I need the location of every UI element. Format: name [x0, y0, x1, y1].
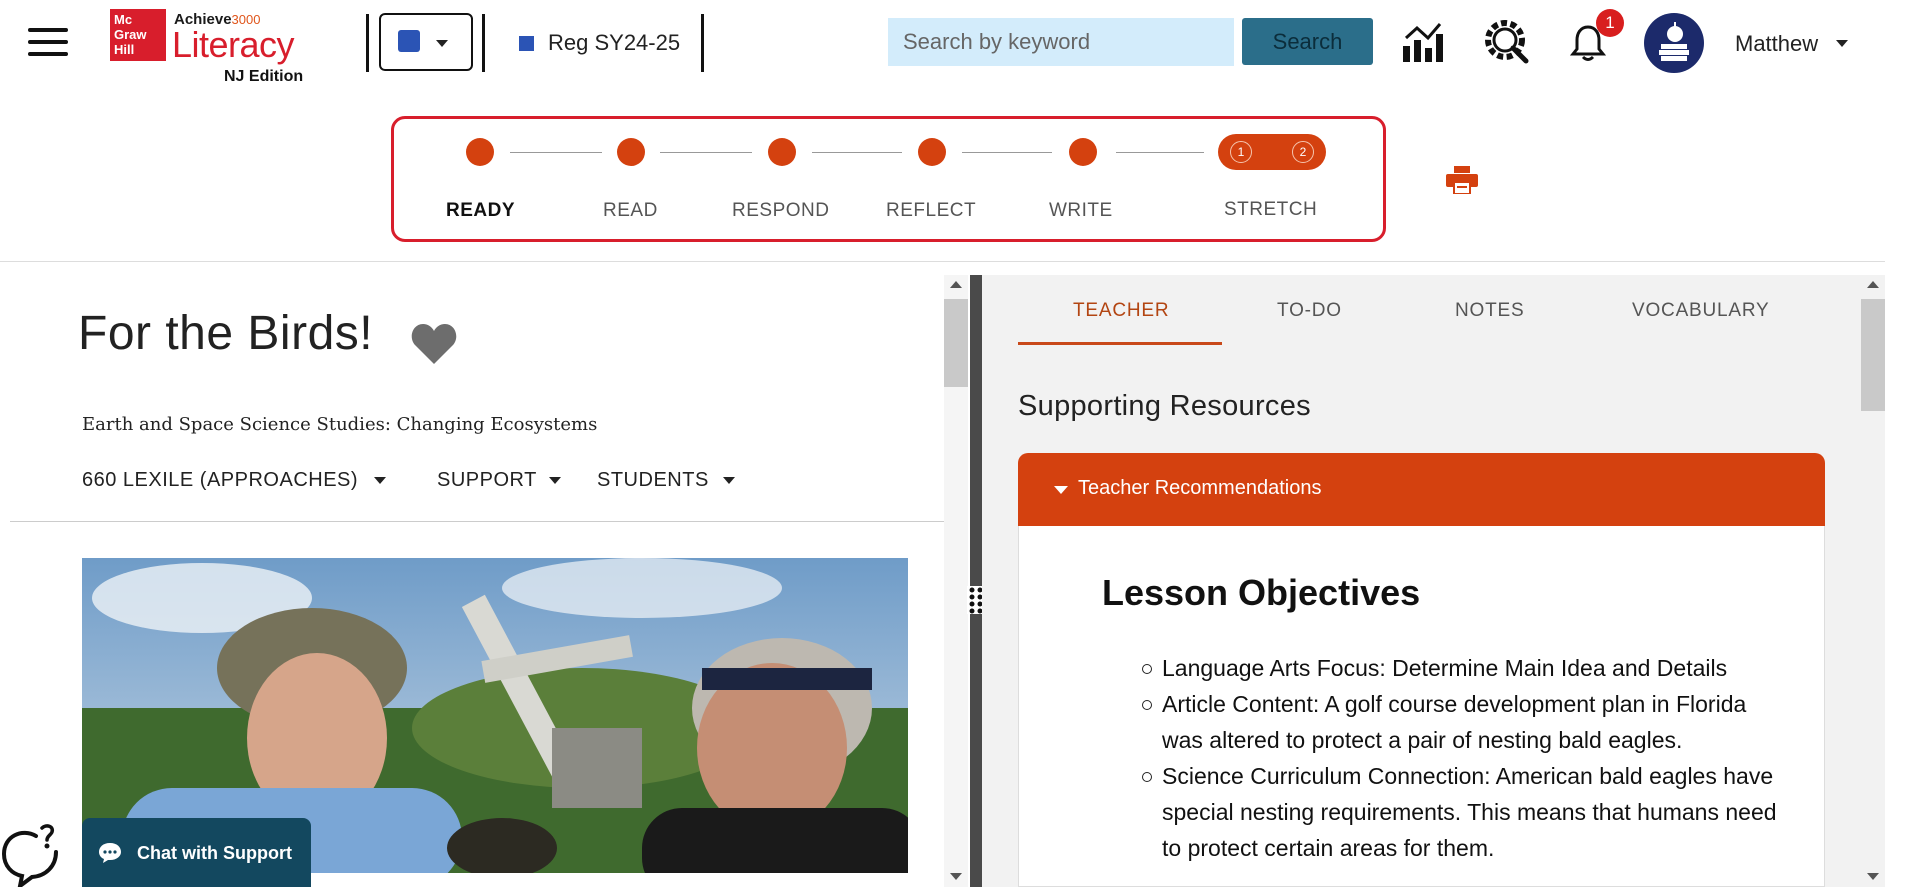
search-button[interactable]: Search: [1242, 18, 1373, 65]
literacy-wordmark: Literacy: [172, 24, 295, 65]
chat-bubble-icon[interactable]: [0, 822, 60, 892]
lexile-dropdown[interactable]: 660 LEXILE (APPROACHES): [82, 469, 358, 492]
right-pane-scrollbar[interactable]: [1861, 275, 1885, 887]
chat-icon: [98, 842, 122, 869]
step-label-write[interactable]: WRITE: [1049, 200, 1113, 222]
step-label-stretch[interactable]: STRETCH: [1224, 199, 1317, 221]
logo-line: Mc: [114, 12, 133, 27]
support-dropdown[interactable]: SUPPORT: [437, 469, 537, 492]
list-item: Article Content: A golf course developme…: [1142, 686, 1782, 758]
step-stretch-pill: 1 2: [1218, 134, 1326, 170]
step-dot-read[interactable]: [617, 138, 645, 166]
search-input[interactable]: [888, 18, 1234, 66]
stretch-part-2[interactable]: 2: [1292, 141, 1314, 163]
notification-count-badge: 1: [1596, 9, 1624, 37]
divider: [701, 14, 704, 72]
scroll-up-arrow-icon[interactable]: [1867, 281, 1879, 288]
article-title: For the Birds!: [78, 307, 374, 360]
scroll-thumb[interactable]: [1861, 299, 1885, 411]
logo-line: Graw: [114, 27, 147, 42]
chevron-down-icon[interactable]: [374, 477, 386, 484]
tab-teacher[interactable]: TEACHER: [1073, 300, 1169, 322]
step-label-reflect[interactable]: REFLECT: [886, 200, 976, 222]
teacher-recommendations-accordion[interactable]: Teacher Recommendations: [1018, 453, 1825, 526]
scroll-down-arrow-icon[interactable]: [1867, 873, 1879, 880]
step-label-read[interactable]: READ: [603, 200, 658, 222]
tab-to-do[interactable]: TO-DO: [1277, 300, 1342, 322]
class-color-select[interactable]: [379, 13, 473, 71]
accordion-label: Teacher Recommendations: [1078, 477, 1322, 499]
menu-icon[interactable]: [28, 28, 68, 58]
step-connector: [510, 152, 602, 153]
scroll-up-arrow-icon[interactable]: [950, 281, 962, 288]
edition-label: NJ Edition: [224, 68, 304, 85]
tab-vocabulary[interactable]: VOCABULARY: [1632, 300, 1770, 322]
students-label: STUDENTS: [597, 469, 709, 491]
left-pane-scrollbar[interactable]: [944, 275, 968, 887]
reports-chart-icon[interactable]: [1400, 20, 1444, 69]
scroll-thumb[interactable]: [944, 299, 968, 387]
active-tab-indicator: [1018, 342, 1222, 345]
step-dot-ready[interactable]: [466, 138, 494, 166]
user-name[interactable]: Matthew: [1735, 31, 1818, 57]
stretch-part-1[interactable]: 1: [1230, 141, 1252, 163]
section-divider: [10, 521, 945, 522]
step-label-respond[interactable]: RESPOND: [732, 200, 829, 222]
tab-notes[interactable]: NOTES: [1455, 300, 1524, 322]
divider: [482, 14, 485, 72]
scroll-down-arrow-icon[interactable]: [950, 873, 962, 880]
step-connector: [812, 152, 902, 153]
support-label: SUPPORT: [437, 469, 537, 491]
list-item: Science Curriculum Connection: American …: [1142, 758, 1782, 866]
list-item: Language Arts Focus: Determine Main Idea…: [1142, 650, 1782, 686]
class-name[interactable]: Reg SY24-25: [548, 30, 680, 56]
chevron-down-icon: [436, 40, 448, 47]
logo-line: Hill: [114, 42, 135, 57]
step-dot-respond[interactable]: [768, 138, 796, 166]
step-dot-reflect[interactable]: [918, 138, 946, 166]
chat-with-support-button[interactable]: Chat with Support: [82, 818, 311, 887]
chevron-down-icon[interactable]: [723, 477, 735, 484]
lexile-label: 660 LEXILE (APPROACHES): [82, 469, 359, 491]
step-connector: [660, 152, 752, 153]
section-title: Supporting Resources: [1018, 390, 1311, 422]
mcgraw-hill-logo: Mc Graw Hill: [110, 9, 166, 61]
pane-splitter[interactable]: [970, 275, 982, 887]
students-dropdown[interactable]: STUDENTS: [597, 469, 709, 492]
objectives-list: Language Arts Focus: Determine Main Idea…: [1142, 650, 1782, 866]
caret-down-icon: [1054, 486, 1068, 494]
lesson-objectives-heading: Lesson Objectives: [1102, 572, 1421, 613]
article-subtitle: Earth and Space Science Studies: Changin…: [82, 414, 598, 435]
chat-label: Chat with Support: [137, 843, 292, 863]
top-header: Mc Graw Hill Achieve3000 Literacy NJ Edi…: [0, 0, 1911, 86]
favorite-heart-icon[interactable]: [410, 322, 458, 371]
step-label-ready[interactable]: READY: [446, 200, 515, 222]
avatar[interactable]: [1644, 13, 1704, 73]
divider: [366, 14, 369, 72]
class-color-swatch: [398, 30, 420, 52]
step-connector: [1116, 152, 1204, 153]
step-dot-write[interactable]: [1069, 138, 1097, 166]
class-indicator: [519, 36, 534, 51]
settings-search-icon[interactable]: [1484, 19, 1530, 70]
header-divider: [0, 261, 1885, 262]
chevron-down-icon[interactable]: [549, 477, 561, 484]
chevron-down-icon[interactable]: [1836, 40, 1848, 47]
print-icon[interactable]: [1446, 166, 1478, 199]
step-connector: [962, 152, 1052, 153]
